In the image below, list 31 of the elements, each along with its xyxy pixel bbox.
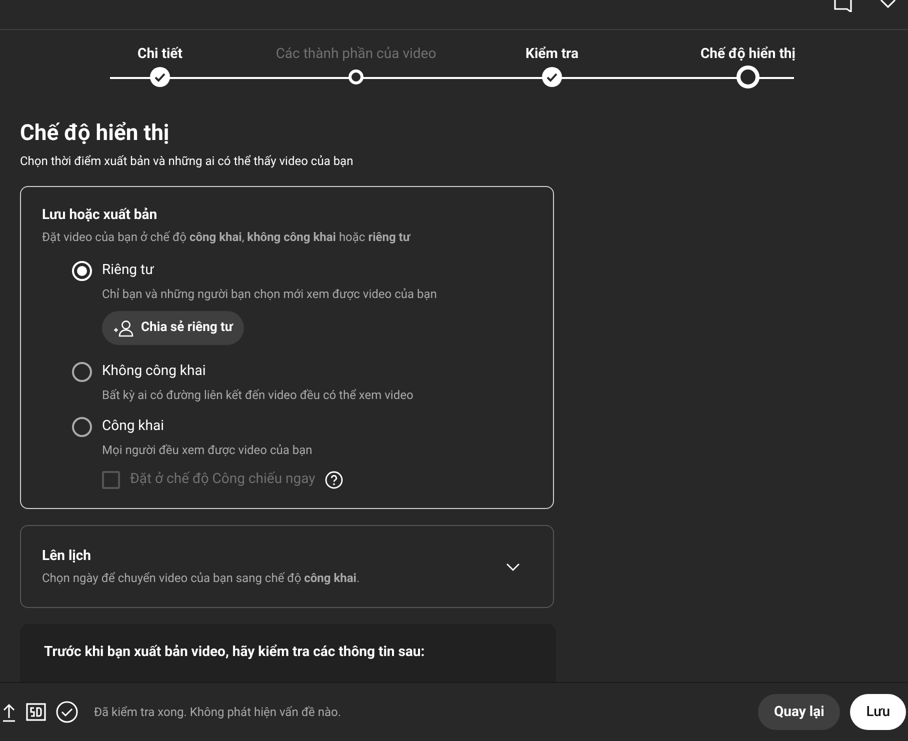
add-person-icon — [113, 319, 135, 337]
back-button[interactable]: Quay lại — [758, 694, 840, 730]
status-text: Đã kiểm tra xong. Không phát hiện vấn đề nào. — [94, 704, 341, 721]
check-circle-icon — [56, 701, 78, 723]
upload-icon — [2, 702, 16, 722]
step-label[interactable]: Kiểm tra — [526, 44, 578, 64]
checkbox-label: Đặt ở chế độ Công chiếu ngay — [130, 470, 316, 489]
save-button[interactable]: Lưu — [850, 694, 906, 730]
checklist-title: Trước khi bạn xuất bản video, hãy kiểm tra các thông tin sau: — [44, 643, 426, 662]
page-subtitle: Chọn thời điểm xuất bản và những ai có thể thấy video của bạn — [20, 153, 354, 170]
share-privately-button[interactable]: Chia sẻ riêng tư — [102, 311, 244, 345]
card-title: Lên lịch — [42, 547, 92, 566]
radio-button[interactable] — [72, 416, 92, 436]
step-label[interactable]: Chi tiết — [138, 44, 182, 64]
page-title: Chế độ hiển thị — [20, 120, 170, 148]
card-description: Chọn ngày để chuyển video của bạn sang chế độ công khai. — [42, 570, 360, 587]
card-title: Lưu hoặc xuất bản — [42, 206, 158, 225]
option-description: Mọi người đều xem được video của bạn — [101, 442, 314, 459]
chevron-down-icon[interactable] — [506, 562, 520, 570]
step-label[interactable]: Chế độ hiển thị — [700, 44, 796, 64]
option-description: Chỉ bạn và những người bạn chọn mới xem được video của bạn — [101, 286, 438, 303]
help-icon[interactable] — [325, 470, 344, 488]
schedule-card[interactable]: Lên lịch Chọn ngày để chuyển video của bạn sang chế độ công khai. — [20, 525, 554, 608]
option-description: Bất kỳ ai có đường liên kết đến video đều có thể xem video — [101, 387, 414, 404]
sd-quality-icon — [26, 702, 46, 722]
option-label[interactable]: Riêng tư — [102, 260, 154, 281]
option-label[interactable]: Không công khai — [102, 361, 206, 382]
radio-button[interactable] — [72, 362, 92, 382]
card-description: Đặt video của bạn ở chế độ công khai, không công khai hoặc riêng tư — [42, 229, 412, 246]
option-label[interactable]: Công khai — [102, 416, 164, 437]
feedback-icon[interactable] — [834, 0, 852, 12]
